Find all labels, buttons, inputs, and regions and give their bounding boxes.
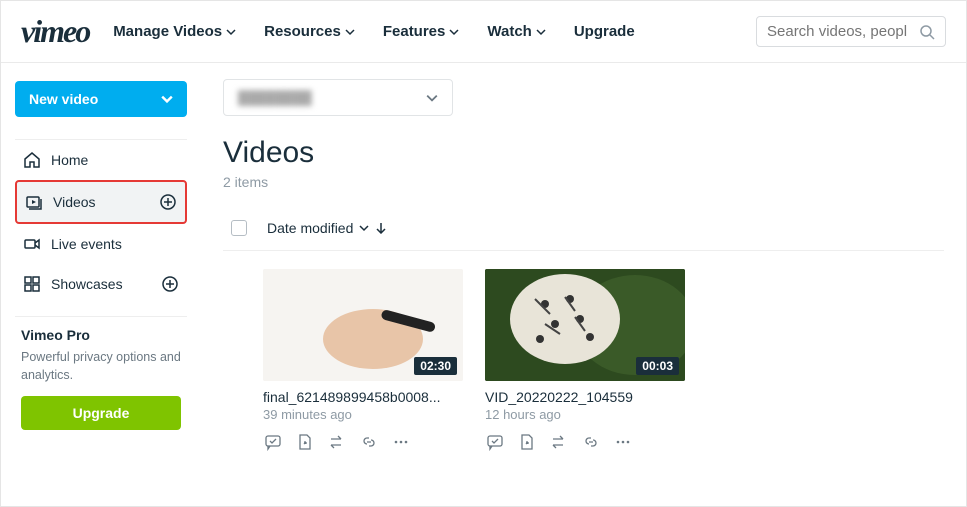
video-card[interactable]: 02:30 final_621489899458b0008... 39 minu… xyxy=(263,269,463,452)
nav-resources[interactable]: Resources xyxy=(264,23,355,40)
new-video-label: New video xyxy=(29,91,98,107)
video-time-ago: 12 hours ago xyxy=(485,407,685,422)
header: vimeo Manage Videos Resources Features W… xyxy=(1,1,966,63)
sidebar: New video Home Videos Live events Showca… xyxy=(1,63,201,504)
comment-icon[interactable] xyxy=(263,432,283,452)
scope-value: ████████ xyxy=(238,90,312,105)
video-card[interactable]: 00:03 VID_20220222_104559 12 hours ago xyxy=(485,269,685,452)
promo-text: Powerful privacy options and analytics. xyxy=(21,349,181,384)
sidebar-item-videos[interactable]: Videos xyxy=(15,180,187,224)
sort-control[interactable]: Date modified xyxy=(267,220,387,236)
nav-label: Manage Videos xyxy=(113,23,222,40)
chevron-down-icon xyxy=(359,223,369,233)
sidebar-item-live-events[interactable]: Live events xyxy=(15,224,187,264)
video-thumbnail[interactable]: 00:03 xyxy=(485,269,685,381)
video-title: VID_20220222_104559 xyxy=(485,389,685,405)
nav-label: Upgrade xyxy=(574,23,635,40)
link-icon[interactable] xyxy=(359,432,379,452)
scope-select[interactable]: ████████ xyxy=(223,79,453,116)
video-icon xyxy=(25,193,43,211)
home-icon xyxy=(23,151,41,169)
vimeo-logo[interactable]: vimeo xyxy=(21,13,89,50)
link-icon[interactable] xyxy=(581,432,601,452)
sidebar-list: Home Videos Live events Showcases xyxy=(15,139,187,304)
plus-circle-icon[interactable] xyxy=(161,275,179,293)
nav-manage-videos[interactable]: Manage Videos xyxy=(113,23,236,40)
video-title: final_621489899458b0008... xyxy=(263,389,463,405)
sidebar-item-label: Videos xyxy=(53,194,96,210)
more-icon[interactable] xyxy=(613,432,633,452)
video-time-ago: 39 minutes ago xyxy=(263,407,463,422)
nav-label: Watch xyxy=(487,23,531,40)
video-duration: 00:03 xyxy=(636,357,679,375)
sidebar-item-home[interactable]: Home xyxy=(15,140,187,180)
chevron-down-icon xyxy=(449,27,459,37)
search-input[interactable] xyxy=(767,23,913,40)
nav-watch[interactable]: Watch xyxy=(487,23,545,40)
upgrade-button[interactable]: Upgrade xyxy=(21,396,181,430)
nav-features[interactable]: Features xyxy=(383,23,460,40)
file-icon[interactable] xyxy=(517,432,537,452)
videos-grid: 02:30 final_621489899458b0008... 39 minu… xyxy=(223,251,944,452)
new-video-button[interactable]: New video xyxy=(15,81,187,117)
video-actions xyxy=(263,432,463,452)
arrow-down-icon xyxy=(375,222,387,234)
main-content: ████████ Videos 2 items Date modified xyxy=(201,63,966,504)
item-count: 2 items xyxy=(223,174,944,190)
showcase-icon xyxy=(23,275,41,293)
sidebar-item-label: Home xyxy=(51,152,88,168)
sidebar-item-showcases[interactable]: Showcases xyxy=(15,264,187,304)
top-nav: Manage Videos Resources Features Watch U… xyxy=(113,23,732,40)
comment-icon[interactable] xyxy=(485,432,505,452)
video-actions xyxy=(485,432,685,452)
chevron-down-icon xyxy=(426,92,438,104)
nav-upgrade[interactable]: Upgrade xyxy=(574,23,635,40)
chevron-down-icon xyxy=(345,27,355,37)
select-all-checkbox[interactable] xyxy=(231,220,247,236)
search-icon xyxy=(919,24,935,40)
sidebar-item-label: Showcases xyxy=(51,276,123,292)
live-icon xyxy=(23,235,41,253)
chevron-down-icon xyxy=(226,27,236,37)
list-header: Date modified xyxy=(223,210,944,251)
page-title: Videos xyxy=(223,136,944,170)
search-box[interactable] xyxy=(756,16,946,47)
sort-label: Date modified xyxy=(267,220,353,236)
promo-title: Vimeo Pro xyxy=(21,327,181,343)
chevron-down-icon xyxy=(161,93,173,105)
chevron-down-icon xyxy=(536,27,546,37)
nav-label: Resources xyxy=(264,23,341,40)
transfer-icon[interactable] xyxy=(549,432,569,452)
video-thumbnail[interactable]: 02:30 xyxy=(263,269,463,381)
nav-label: Features xyxy=(383,23,446,40)
transfer-icon[interactable] xyxy=(327,432,347,452)
promo-panel: Vimeo Pro Powerful privacy options and a… xyxy=(15,316,187,440)
file-icon[interactable] xyxy=(295,432,315,452)
video-duration: 02:30 xyxy=(414,357,457,375)
plus-circle-icon[interactable] xyxy=(159,193,177,211)
more-icon[interactable] xyxy=(391,432,411,452)
sidebar-item-label: Live events xyxy=(51,236,122,252)
